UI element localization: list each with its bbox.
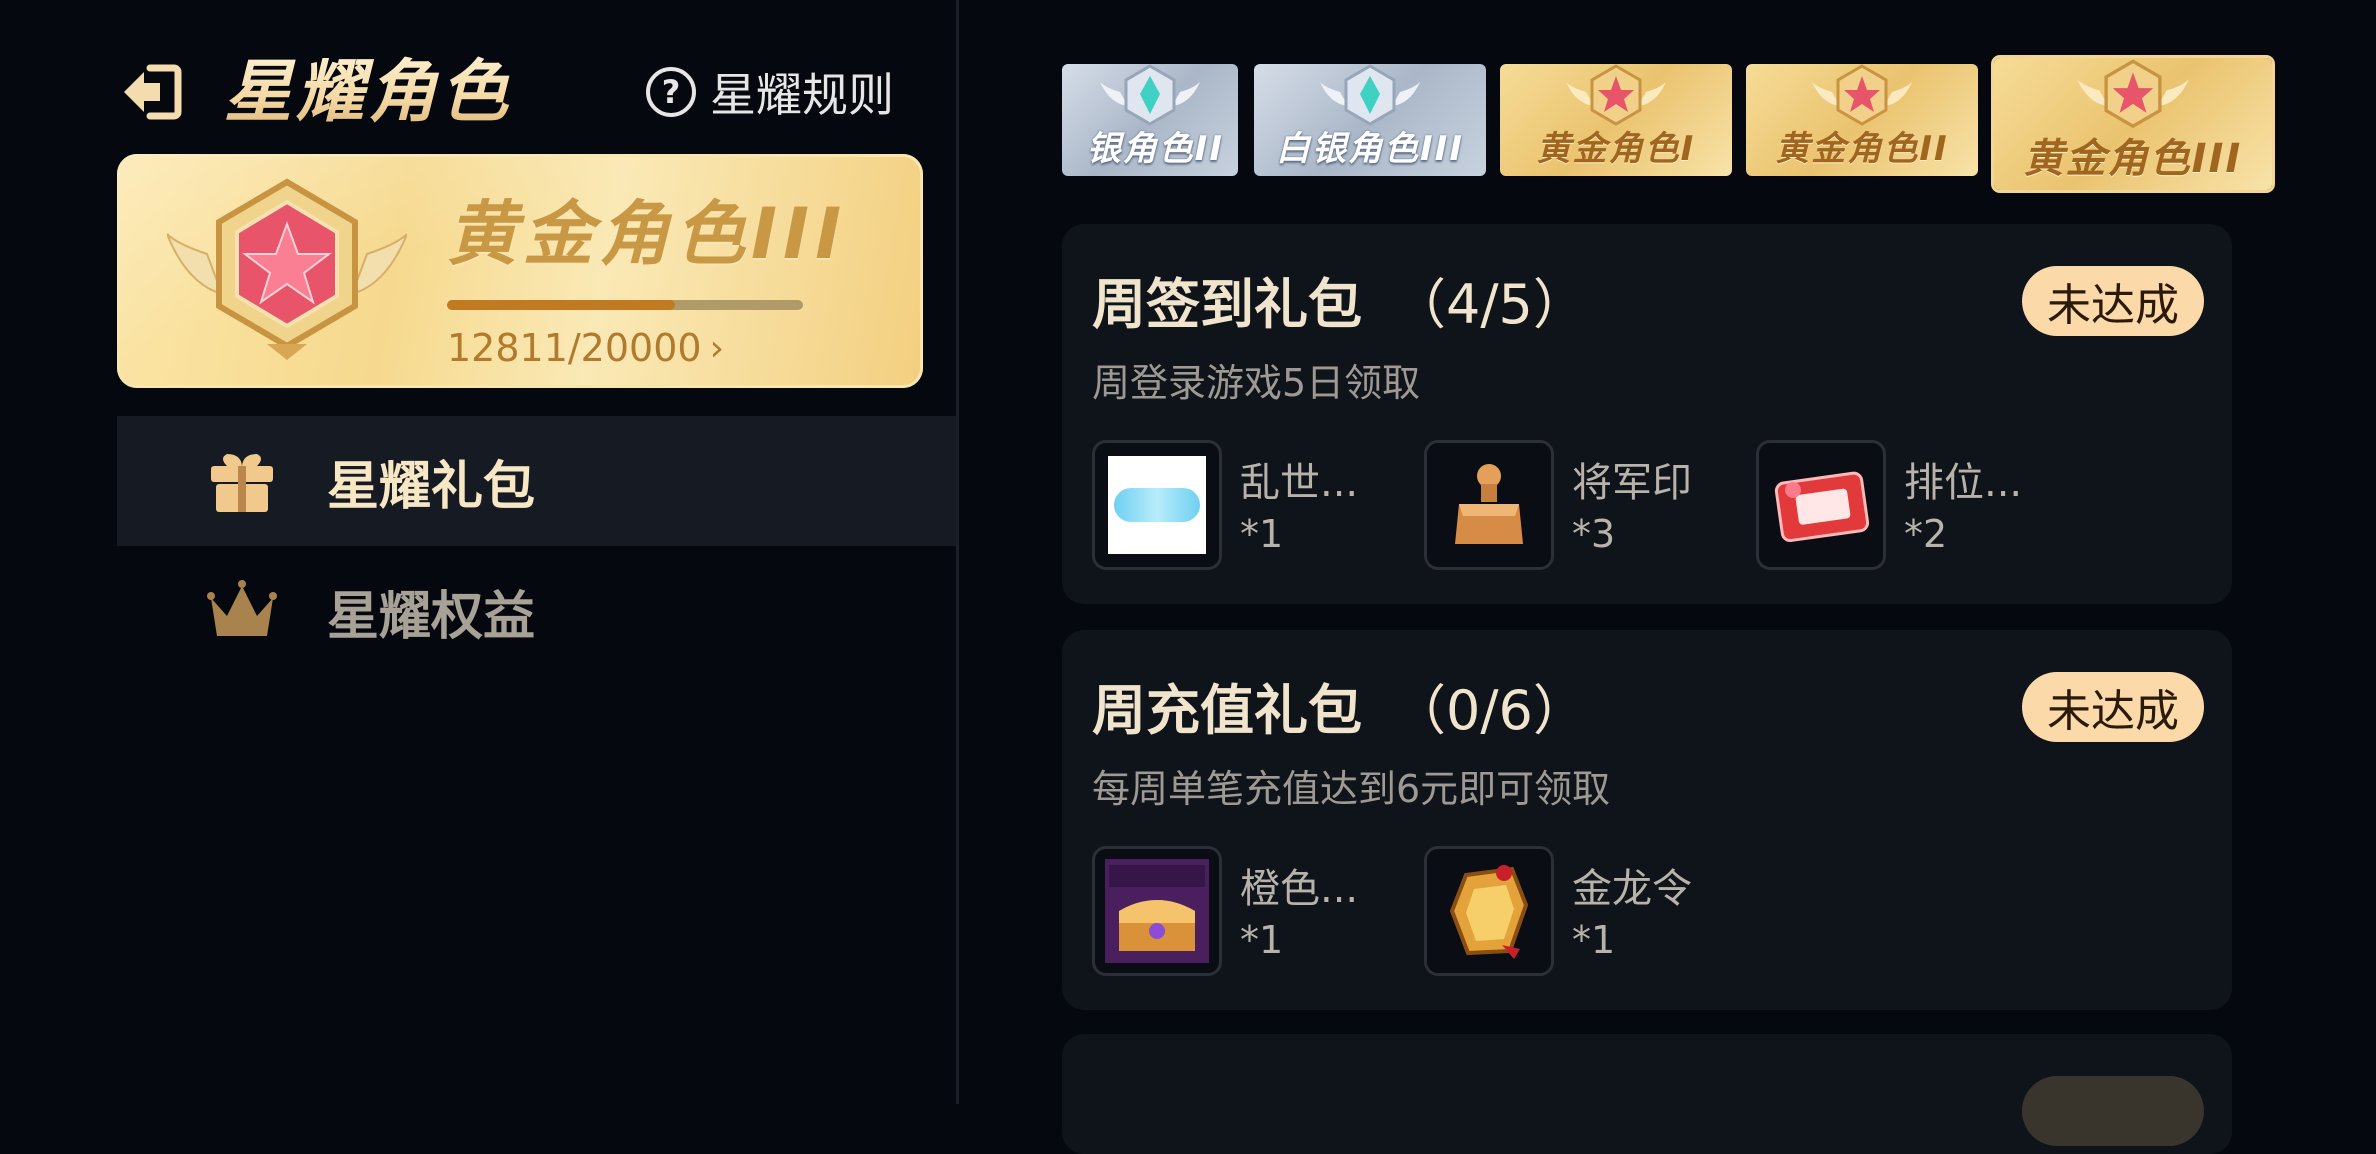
pack-title-text: 周充值礼包 — [1092, 679, 1362, 742]
rank-progress-text[interactable]: 12811/20000 › — [447, 326, 724, 370]
rules-link[interactable]: ? 星耀规则 — [646, 62, 894, 122]
pack-card-weekly-signin: 周签到礼包 （4/5） 周登录游戏5日领取 未达成 乱世... *1 将军印 *… — [1062, 224, 2232, 604]
menu-label: 星耀礼包 — [327, 456, 536, 517]
rank-protect-card-icon — [1774, 471, 1870, 543]
crown-icon — [207, 580, 277, 636]
progress-value: 12811/20000 — [447, 326, 702, 370]
menu-item-gift-pack[interactable]: 星耀礼包 — [117, 416, 957, 546]
reward-qty: *2 — [1904, 512, 1948, 556]
pack-title: 周签到礼包 （4/5） — [1092, 260, 1587, 339]
reward-qty: *1 — [1572, 918, 1616, 962]
menu-label: 星耀权益 — [327, 586, 536, 647]
pack-card-weekly-recharge: 周充值礼包 （0/6） 每周单笔充值达到6元即可领取 未达成 橙色... *1 — [1062, 630, 2232, 1010]
tier-label: 银角色II — [1086, 129, 1224, 169]
reward-name: 乱世... — [1240, 460, 1359, 506]
current-rank-card[interactable]: 黄金角色III 12811/20000 › — [117, 154, 923, 388]
pack-title: 周充值礼包 （0/6） — [1092, 666, 1587, 745]
menu-item-benefits[interactable]: 星耀权益 — [117, 546, 957, 676]
reward-name: 排位... — [1904, 460, 2023, 506]
chevron-right-icon: › — [709, 327, 724, 369]
reward-qty: *1 — [1240, 918, 1284, 962]
bronze-seal-icon — [1455, 464, 1523, 544]
rank-name: 黄金角色III — [447, 193, 848, 275]
right-panel: 银角色II 白银角色III 黄金角色I 黄金角色II 黄金角色III 周签到礼包… — [960, 0, 2376, 1154]
page-title: 星耀角色 — [224, 48, 512, 138]
reward-name: 橙色... — [1240, 866, 1359, 912]
rules-label: 星耀规则 — [710, 68, 894, 122]
gold-star-emblem-icon — [2077, 59, 2189, 129]
status-badge[interactable]: 未达成 — [2022, 266, 2204, 336]
rank-progress-fill — [447, 300, 676, 310]
reward-qty: *3 — [1572, 512, 1616, 556]
reward-name: 金龙令 — [1572, 866, 1692, 912]
left-panel: 星耀角色 ? 星耀规则 黄金角色III 12811/20000 › 星耀礼包 星… — [0, 0, 958, 1104]
reward-icon-box — [1424, 846, 1554, 976]
reward-icon-box — [1092, 440, 1222, 570]
tier-silver-3[interactable]: 白银角色III — [1254, 64, 1486, 176]
pack-progress-count: （4/5） — [1392, 273, 1587, 336]
reward-icon-box — [1092, 846, 1222, 976]
tier-gold-3-current[interactable]: 黄金角色III — [1994, 58, 2272, 190]
tier-gold-1[interactable]: 黄金角色I — [1500, 64, 1732, 176]
help-circle-icon: ? — [646, 67, 696, 117]
tier-label: 黄金角色I — [1536, 129, 1696, 169]
fragment-chest-icon — [1105, 859, 1209, 963]
back-button[interactable] — [118, 62, 184, 122]
tier-silver-2[interactable]: 银角色II — [1062, 64, 1238, 176]
reward-icon-box — [1756, 440, 1886, 570]
status-badge-partial — [2022, 1076, 2204, 1146]
tier-gold-2[interactable]: 黄金角色II — [1746, 64, 1978, 176]
reward-name: 将军印 — [1572, 460, 1692, 506]
tier-label: 黄金角色II — [1775, 129, 1949, 169]
exit-arrow-icon — [124, 64, 182, 120]
reward-qty: *1 — [1240, 512, 1284, 556]
pack-progress-count: （0/6） — [1392, 679, 1587, 742]
tier-strip[interactable]: 银角色II 白银角色III 黄金角色I 黄金角色II 黄金角色III — [1062, 58, 2272, 204]
gift-icon — [211, 454, 273, 512]
status-badge[interactable]: 未达成 — [2022, 672, 2204, 742]
panel-divider — [956, 0, 959, 1104]
gold-star-winged-emblem-icon — [167, 178, 407, 360]
reward-icon-box — [1424, 440, 1554, 570]
card-art-icon — [1108, 456, 1206, 554]
rank-progress-bar — [447, 300, 803, 310]
tier-label: 黄金角色III — [2023, 136, 2243, 182]
tier-label: 白银角色III — [1276, 129, 1464, 169]
gold-dragon-token-icon — [1449, 865, 1529, 959]
pack-description: 周登录游戏5日领取 — [1092, 361, 1421, 405]
pack-description: 每周单笔充值达到6元即可领取 — [1092, 767, 1611, 811]
pack-title-text: 周签到礼包 — [1092, 273, 1362, 336]
pack-card-partial — [1062, 1034, 2232, 1154]
